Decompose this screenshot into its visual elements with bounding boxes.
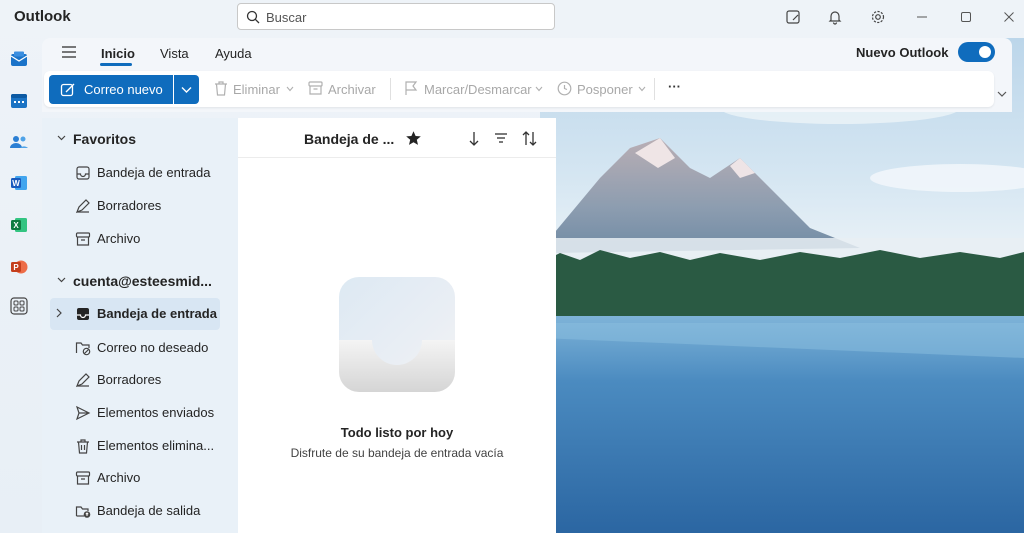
svg-text:X: X xyxy=(13,221,19,230)
folder-label: Archivo xyxy=(97,470,141,485)
word-icon[interactable]: W xyxy=(8,172,30,194)
clock-icon xyxy=(557,81,572,99)
folder-label: Bandeja de entrada xyxy=(97,306,217,321)
folder-label: Elementos elimina... xyxy=(97,438,215,453)
archive-button[interactable]: Archivar xyxy=(328,82,376,97)
powerpoint-icon[interactable]: P xyxy=(8,256,30,278)
outbox-icon xyxy=(75,503,91,519)
folder-label: Borradores xyxy=(97,372,162,387)
folder-favorites-archive[interactable]: Archivo xyxy=(50,223,220,255)
title-bar: Outlook xyxy=(0,0,1024,34)
junk-icon xyxy=(75,340,91,356)
chevron-down-icon xyxy=(181,87,192,93)
folder-junk[interactable]: Correo no deseado xyxy=(50,332,220,364)
arrow-down-icon[interactable] xyxy=(466,130,484,148)
excel-icon[interactable]: X xyxy=(8,214,30,236)
archive-icon xyxy=(75,231,91,247)
send-icon xyxy=(75,405,91,421)
ribbon-expand-chevron-icon[interactable] xyxy=(997,91,1007,98)
empty-inbox-illustration xyxy=(338,276,456,397)
account-title: cuenta@esteesmid... xyxy=(73,273,212,289)
pencil-icon xyxy=(75,372,91,388)
pencil-icon xyxy=(75,198,91,214)
chevron-down-icon xyxy=(57,277,66,283)
chevron-right-icon[interactable] xyxy=(56,308,62,318)
sticky-note-icon[interactable] xyxy=(783,7,803,27)
flag-unflag-button[interactable]: Marcar/Desmarcar xyxy=(424,82,532,97)
background-landscape xyxy=(540,38,1024,533)
folder-label: Borradores xyxy=(97,198,162,213)
favorites-header[interactable]: Favoritos xyxy=(57,131,137,147)
message-list-pane: Bandeja de ... Todo listo por hoy Disfru… xyxy=(238,118,556,533)
folder-drafts[interactable]: Borradores xyxy=(50,364,220,396)
folder-label: Bandeja de entrada xyxy=(97,165,211,180)
favorites-title: Favoritos xyxy=(73,131,137,147)
svg-text:P: P xyxy=(13,263,19,272)
close-icon[interactable] xyxy=(999,7,1019,27)
archive-icon xyxy=(308,81,323,98)
filter-icon[interactable] xyxy=(493,130,511,148)
mail-icon[interactable] xyxy=(8,48,30,70)
folder-outbox[interactable]: Bandeja de salida xyxy=(50,495,220,527)
new-mail-label: Correo nuevo xyxy=(84,82,163,97)
folder-label: Bandeja de salida xyxy=(97,503,201,518)
chevron-down-icon[interactable] xyxy=(535,86,543,92)
flag-icon xyxy=(404,81,418,99)
minimize-icon[interactable] xyxy=(912,7,932,27)
trash-icon xyxy=(75,438,91,454)
empty-inbox-title: Todo listo por hoy xyxy=(340,425,454,440)
tab-ayuda[interactable]: Ayuda xyxy=(215,46,252,61)
chevron-down-icon[interactable] xyxy=(286,86,294,92)
compose-icon xyxy=(60,82,76,101)
sort-icon[interactable] xyxy=(521,130,539,148)
svg-text:W: W xyxy=(12,179,20,188)
inbox-icon xyxy=(75,306,91,322)
folder-label: Correo no deseado xyxy=(97,340,209,355)
trash-icon xyxy=(214,81,228,99)
new-mail-dropdown[interactable] xyxy=(174,75,199,104)
folder-favorites-inbox[interactable]: Bandeja de entrada xyxy=(50,157,220,189)
ribbon-separator xyxy=(390,78,391,100)
delete-button[interactable]: Eliminar xyxy=(233,82,280,97)
more-options-button[interactable]: ··· xyxy=(668,79,681,94)
app-title: Outlook xyxy=(14,8,71,25)
folder-inbox[interactable]: Bandeja de entrada xyxy=(50,298,220,330)
people-icon[interactable] xyxy=(8,131,30,153)
empty-inbox-subtitle: Disfrute de su bandeja de entrada vacía xyxy=(290,446,504,460)
new-outlook-toggle[interactable] xyxy=(958,42,995,62)
star-icon[interactable] xyxy=(405,130,423,148)
folder-deleted[interactable]: Elementos elimina... xyxy=(50,430,220,462)
apps-icon[interactable] xyxy=(8,295,30,317)
folder-sent[interactable]: Elementos enviados xyxy=(50,397,220,429)
folder-label: Archivo xyxy=(97,231,141,246)
folder-label: Elementos enviados xyxy=(97,405,215,420)
search-box[interactable] xyxy=(237,3,555,30)
tab-inicio[interactable]: Inicio xyxy=(101,46,135,61)
archive-icon xyxy=(75,470,91,486)
app-rail: W X P xyxy=(0,38,40,533)
message-list-title: Bandeja de ... xyxy=(304,131,395,147)
hamburger-menu-icon[interactable] xyxy=(60,44,80,62)
chevron-down-icon[interactable] xyxy=(638,86,646,92)
active-tab-indicator xyxy=(100,63,132,66)
gear-icon[interactable] xyxy=(868,7,888,27)
folder-favorites-drafts[interactable]: Borradores xyxy=(50,190,220,222)
bell-icon[interactable] xyxy=(825,7,845,27)
inbox-icon xyxy=(75,165,91,181)
search-icon xyxy=(246,10,260,27)
tab-vista[interactable]: Vista xyxy=(160,46,189,61)
new-outlook-label: Nuevo Outlook xyxy=(856,45,949,60)
chevron-down-icon xyxy=(57,135,66,141)
search-input[interactable] xyxy=(266,8,546,26)
maximize-icon[interactable] xyxy=(956,7,976,27)
calendar-icon[interactable] xyxy=(8,90,30,112)
account-header[interactable]: cuenta@esteesmid... xyxy=(57,273,212,289)
new-mail-button[interactable]: Correo nuevo xyxy=(49,75,173,104)
folder-archive[interactable]: Archivo xyxy=(50,462,220,494)
ribbon-separator xyxy=(654,78,655,100)
snooze-button[interactable]: Posponer xyxy=(577,82,633,97)
message-list-header: Bandeja de ... xyxy=(238,118,556,158)
